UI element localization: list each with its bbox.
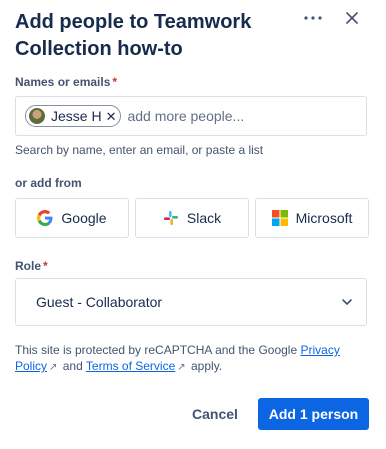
add-from-label: or add from xyxy=(15,176,82,190)
names-label-text: Names or emails xyxy=(15,75,111,89)
slack-icon xyxy=(163,210,179,226)
role-label-text: Role xyxy=(15,259,42,273)
names-input[interactable] xyxy=(127,108,308,124)
add-person-button[interactable]: Add 1 person xyxy=(258,398,369,430)
google-icon xyxy=(37,210,53,226)
recaptcha-notice: This site is protected by reCAPTCHA and … xyxy=(15,342,370,376)
microsoft-icon xyxy=(271,210,288,226)
terms-of-service-link[interactable]: Terms of Service xyxy=(86,359,175,373)
chevron-down-icon xyxy=(342,299,352,305)
role-select[interactable]: Guest - Collaborator xyxy=(15,278,367,326)
role-label: Role * xyxy=(15,259,48,273)
avatar xyxy=(29,108,45,124)
required-marker: * xyxy=(112,75,118,89)
slack-button[interactable]: Slack xyxy=(135,198,249,238)
close-icon xyxy=(346,12,358,24)
google-label: Google xyxy=(61,210,107,226)
required-marker: * xyxy=(43,259,48,273)
legal-prefix: This site is protected by reCAPTCHA and … xyxy=(15,343,298,357)
names-helper-text: Search by name, enter an email, or paste… xyxy=(15,143,264,157)
remove-chip-button[interactable]: ✕ xyxy=(106,110,117,123)
dialog-title: Add people to Teamwork Collection how-to xyxy=(15,11,252,60)
external-link-icon: ↗ xyxy=(177,362,186,373)
more-options-button[interactable] xyxy=(300,8,326,28)
names-label: Names or emails * xyxy=(15,75,117,89)
microsoft-button[interactable]: Microsoft xyxy=(255,198,369,238)
close-button[interactable] xyxy=(340,6,364,30)
role-value: Guest - Collaborator xyxy=(36,294,163,310)
cancel-button[interactable]: Cancel xyxy=(184,398,246,430)
external-link-icon: ↗ xyxy=(49,362,58,373)
legal-suffix: apply. xyxy=(191,359,223,373)
google-button[interactable]: Google xyxy=(15,198,129,238)
user-chip: Jesse H ✕ xyxy=(25,105,122,127)
slack-label: Slack xyxy=(186,210,222,226)
names-field[interactable]: Jesse H ✕ xyxy=(15,96,367,136)
more-horizontal-icon xyxy=(304,16,322,20)
legal-and: and xyxy=(62,359,83,373)
microsoft-label: Microsoft xyxy=(295,210,353,226)
chip-name: Jesse H xyxy=(51,108,102,124)
